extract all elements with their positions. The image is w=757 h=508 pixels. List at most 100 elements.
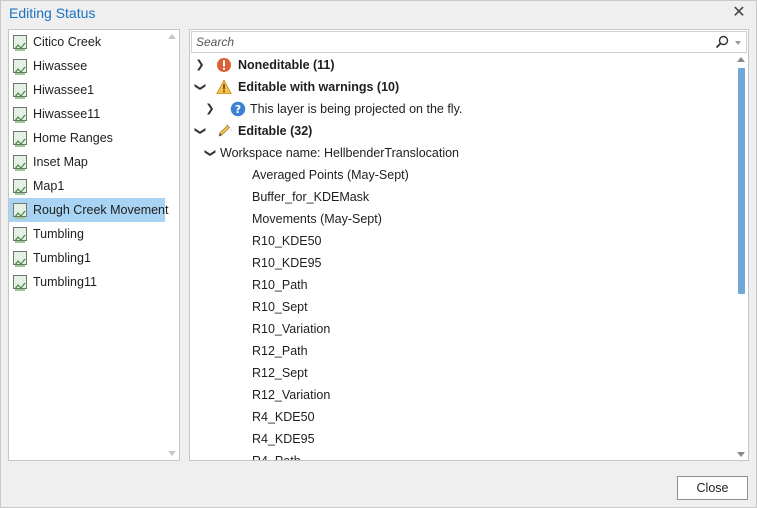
close-button[interactable]: Close [677,476,748,500]
map-list-scrollbar[interactable] [165,30,179,460]
status-tree: ❯ Noneditable (11) ❯ Editable with warni… [190,54,735,461]
chevron-down-icon[interactable]: ❯ [199,147,221,159]
map-list-item[interactable]: Tumbling11 [9,270,165,294]
search-icon[interactable] [714,34,730,50]
layer-label: Movements (May-Sept) [252,212,382,226]
group-editable[interactable]: ❯ Editable (32) [190,120,735,142]
group-label: Editable (32) [238,124,313,138]
map-list-item[interactable]: Rough Creek Movement [9,198,169,222]
layer-row[interactable]: R10_Path [190,274,735,296]
status-tree-scrollbar[interactable] [735,54,748,460]
layer-label: R10_KDE50 [252,234,322,248]
layer-label: Averaged Points (May-Sept) [252,168,409,182]
layer-label: R12_Variation [252,388,331,402]
scroll-down-icon[interactable] [737,452,745,457]
warning-message: This layer is being projected on the fly… [250,102,463,116]
chevron-down-icon[interactable]: ❯ [190,125,211,137]
map-list-item[interactable]: Hiwassee [9,54,165,78]
map-list-item-label: Home Ranges [33,131,113,145]
layer-row[interactable]: R12_Sept [190,362,735,384]
map-icon [13,275,27,291]
scroll-down-icon[interactable] [168,451,176,456]
editing-status-dialog: Editing Status ✕ Citico Creek Hiwassee Hiw… [0,0,757,508]
map-icon [13,251,27,267]
map-icon [13,203,27,219]
group-editable-with-warnings[interactable]: ❯ Editable with warnings (10) [190,76,735,98]
map-list-item-label: Hiwassee [33,59,88,73]
search-box[interactable] [191,31,747,53]
layer-label: R10_Path [252,278,308,292]
warning-icon [216,79,232,95]
workspace-node[interactable]: ❯ Workspace name: HellbenderTranslocatio… [190,142,735,164]
layer-label: R10_KDE95 [252,256,322,270]
map-list-item[interactable]: Map1 [9,174,165,198]
close-icon[interactable]: ✕ [730,4,748,22]
map-list-item-label: Tumbling11 [33,275,97,289]
chevron-right-icon[interactable]: ❯ [194,54,206,76]
layer-row[interactable]: Buffer_for_KDEMask [190,186,735,208]
layer-label: R4_Path [252,454,301,461]
map-icon [13,35,27,51]
window-title: Editing Status [9,5,96,21]
map-list-item-label: Map1 [33,179,65,193]
title-bar: Editing Status ✕ [1,1,756,27]
map-list-item-label: Rough Creek Movement [33,203,169,217]
layer-label: R4_KDE95 [252,432,315,446]
map-list-item[interactable]: Hiwassee1 [9,78,165,102]
layer-row[interactable]: Averaged Points (May-Sept) [190,164,735,186]
group-label: Editable with warnings (10) [238,80,400,94]
svg-text:?: ? [235,103,241,116]
layer-row[interactable]: R10_KDE95 [190,252,735,274]
map-icon [13,83,27,99]
scroll-thumb[interactable] [738,68,745,294]
layer-label: Buffer_for_KDEMask [252,190,370,204]
map-list-item[interactable]: Hiwassee11 [9,102,165,126]
layer-row[interactable]: R10_Sept [190,296,735,318]
group-noneditable[interactable]: ❯ Noneditable (11) [190,54,735,76]
map-list: Citico Creek Hiwassee Hiwassee1 Hiwassee11 H… [8,29,180,461]
layer-row[interactable]: R4_KDE50 [190,406,735,428]
map-list-item[interactable]: Home Ranges [9,126,165,150]
map-list-item[interactable]: Inset Map [9,150,165,174]
layer-label: R10_Variation [252,322,331,336]
map-list-item-label: Tumbling1 [33,251,91,265]
layer-row[interactable]: R4_KDE95 [190,428,735,450]
chevron-right-icon[interactable]: ❯ [204,98,216,120]
map-icon [13,107,27,123]
layer-label: R12_Path [252,344,308,358]
layer-row[interactable]: R10_Variation [190,318,735,340]
layer-row[interactable]: R10_KDE50 [190,230,735,252]
map-icon [13,179,27,195]
map-list-item-label: Citico Creek [33,35,102,49]
map-list-item-label: Hiwassee11 [33,107,101,121]
map-icon [13,131,27,147]
layer-row[interactable]: Movements (May-Sept) [190,208,735,230]
map-icon [13,227,27,243]
pencil-icon [218,124,232,137]
map-list-item[interactable]: Tumbling1 [9,246,165,270]
map-list-item-label: Tumbling [33,227,84,241]
layer-label: R12_Sept [252,366,308,380]
layer-row[interactable]: R12_Path [190,340,735,362]
search-input[interactable] [196,34,696,50]
workspace-label: Workspace name: HellbenderTranslocation [220,146,460,160]
map-list-item[interactable]: Tumbling [9,222,165,246]
chevron-down-icon[interactable]: ❯ [190,81,211,93]
scroll-up-icon[interactable] [737,57,745,62]
error-icon [217,58,231,72]
layer-label: R10_Sept [252,300,308,314]
map-icon [13,59,27,75]
warning-item-projected[interactable]: ❯ ? This layer is being projected on the… [190,98,735,120]
layer-row[interactable]: R12_Variation [190,384,735,406]
search-options-chevron-icon[interactable] [735,41,741,45]
layer-row[interactable]: R4_Path [190,450,735,461]
map-list-item[interactable]: Citico Creek [9,30,165,54]
layer-label: R4_KDE50 [252,410,315,424]
map-list-item-label: Hiwassee1 [33,83,95,97]
scroll-up-icon[interactable] [168,34,176,39]
question-icon: ? [230,101,246,117]
group-label: Noneditable (11) [238,58,335,72]
status-tree-panel: ❯ Noneditable (11) ❯ Editable with warni… [189,29,749,461]
map-icon [13,155,27,171]
map-list-item-label: Inset Map [33,155,88,169]
